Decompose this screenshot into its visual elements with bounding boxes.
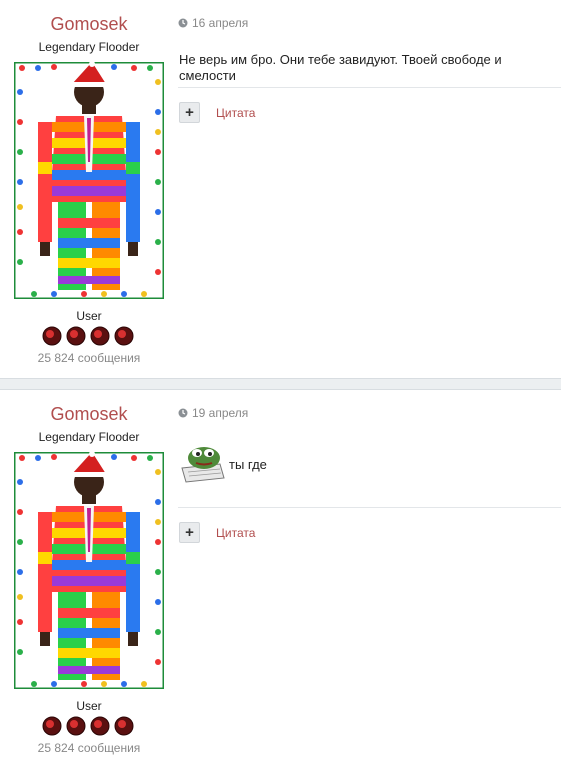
multiquote-button[interactable]: +	[179, 102, 200, 123]
post-count[interactable]: 25 824 сообщения	[0, 351, 178, 365]
post-content: Не верь им бро. Они тебе завидуют. Твоей…	[179, 52, 502, 83]
author-title: Legendary Flooder	[38, 430, 140, 444]
post: Gomosek Legendary Flooder User 25 824 со…	[0, 0, 561, 378]
post-date-text: 16 апреля	[192, 16, 249, 30]
author-title: Legendary Flooder	[38, 40, 140, 54]
quote-link[interactable]: Цитата	[216, 526, 255, 540]
post-date[interactable]: 19 апреля	[178, 406, 248, 420]
rank-badges-icon	[42, 716, 134, 736]
clock-icon	[178, 18, 188, 28]
quote-link[interactable]: Цитата	[216, 106, 255, 120]
post-date[interactable]: 16 апреля	[178, 16, 248, 30]
plus-icon: +	[185, 524, 194, 541]
plus-icon: +	[185, 104, 194, 121]
post-divider	[178, 507, 561, 508]
author-name-link[interactable]: Gomosek	[0, 404, 178, 425]
post-separator	[0, 378, 561, 390]
author-group: User	[76, 699, 102, 713]
post-date-text: 19 апреля	[192, 406, 249, 420]
avatar[interactable]	[14, 62, 164, 299]
frog-sticker-icon	[181, 447, 225, 483]
post-divider	[178, 87, 561, 88]
post: Gomosek Legendary Flooder User 25 824 со…	[0, 390, 561, 760]
clock-icon	[178, 408, 188, 418]
rank-badges-icon	[42, 326, 134, 346]
post-count[interactable]: 25 824 сообщения	[0, 741, 178, 755]
author-panel: Gomosek Legendary Flooder	[0, 0, 178, 54]
avatar[interactable]	[14, 452, 164, 689]
author-name-link[interactable]: Gomosek	[0, 14, 178, 35]
author-group: User	[76, 309, 102, 323]
multiquote-button[interactable]: +	[179, 522, 200, 543]
post-content: ты где	[229, 457, 267, 472]
author-panel: Gomosek Legendary Flooder	[0, 390, 178, 444]
